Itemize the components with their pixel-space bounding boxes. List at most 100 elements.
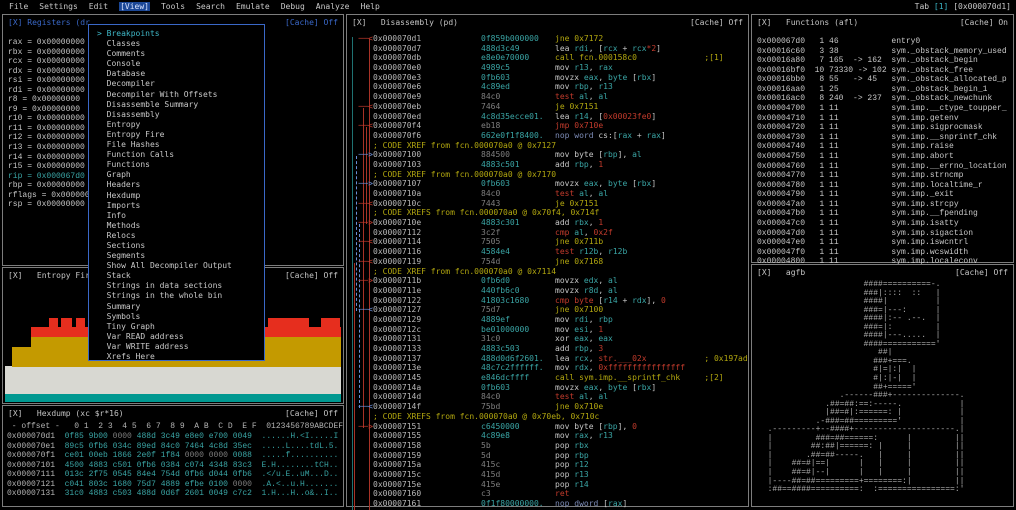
view-menu-item-segments[interactable]: Segments bbox=[97, 251, 232, 261]
hexdump-row[interactable]: 0x000070e1 89c5 0fb6 034c 89ed 84c0 7464… bbox=[7, 442, 338, 452]
function-row[interactable]: 0x00004720 1 11 sym.imp.sigprocmask bbox=[757, 123, 1007, 133]
disasm-row[interactable]: 0x000070e04989c5mov r13, rax bbox=[347, 63, 748, 73]
view-menu-item-hexdump[interactable]: Hexdump bbox=[97, 191, 232, 201]
function-row[interactable]: 0x00004790 1 11 sym.imp._exit bbox=[757, 190, 1007, 200]
hexdump-row[interactable]: 0x00007101 4500 4883 c501 0fb6 0384 c074… bbox=[7, 461, 338, 471]
disasm-row[interactable]: 0x000071164584e4test r12b, r12b bbox=[347, 247, 748, 257]
menubar-item-search[interactable]: Search bbox=[196, 2, 225, 11]
register-row-r11[interactable]: r11 = 0x00000000 bbox=[8, 124, 99, 134]
function-row[interactable]: 0x00016a80 7 165 -> 162 sym._obstack_beg… bbox=[757, 56, 1007, 66]
disasm-row[interactable]: 0x000071610f1f80000000.nop dword [rax] bbox=[347, 499, 748, 509]
functions-cache-toggle[interactable]: [Cache] On bbox=[960, 18, 1008, 27]
disasm-row[interactable]: 0x000071123c2fcmp al, 0x2f bbox=[347, 228, 748, 238]
menubar-item-emulate[interactable]: Emulate bbox=[236, 2, 270, 11]
register-row-rdx[interactable]: rdx = 0x00000000 bbox=[8, 67, 99, 77]
disasm-xref-comment[interactable]: ; CODE XREFS from fcn.000070a0 @ 0x70eb,… bbox=[347, 412, 748, 422]
disasm-row[interactable]: 0x000070dbe8e0e70000call fcn.000158c0 ;[… bbox=[347, 53, 748, 63]
disasm-row[interactable]: ──<0x0000712775d7jne 0x7100 bbox=[347, 305, 748, 315]
view-menu-item-disassembly[interactable]: Disassembly bbox=[97, 110, 232, 120]
view-menu-item-xrefs-here[interactable]: Xrefs Here bbox=[97, 352, 232, 362]
disasm-row[interactable]: 0x000071334883c503add rbp, 3 bbox=[347, 344, 748, 354]
close-graph-panel-button[interactable]: [X] bbox=[757, 268, 771, 277]
function-row[interactable]: 0x000067d0 1 46 entry0 bbox=[757, 37, 1007, 47]
function-row[interactable]: 0x00016ac0 8 240 -> 237 sym._obstack_new… bbox=[757, 94, 1007, 104]
register-row-rip[interactable]: rip = 0x000067d0 bbox=[8, 172, 99, 182]
function-row[interactable]: 0x000047a0 1 11 sym.imp.strcpy bbox=[757, 200, 1007, 210]
function-row[interactable]: 0x00004750 1 11 sym.imp.abort bbox=[757, 152, 1007, 162]
view-menu-item-symbols[interactable]: Symbols bbox=[97, 312, 232, 322]
disasm-row[interactable]: 0x0000713131c0xor eax, eax bbox=[347, 334, 748, 344]
view-menu-item-entropy-fire[interactable]: Entropy Fire bbox=[97, 130, 232, 140]
disasm-row[interactable]: 0x000071034883c501add rbp, 1 bbox=[347, 160, 748, 170]
hexdump-row[interactable]: 0x000070f1 ce01 00eb 1866 2e0f 1f84 0000… bbox=[7, 451, 338, 461]
menubar-item-debug[interactable]: Debug bbox=[281, 2, 305, 11]
register-row-rbx[interactable]: rbx = 0x00000000 bbox=[8, 48, 99, 58]
register-row-r13[interactable]: r13 = 0x00000000 bbox=[8, 143, 99, 153]
view-menu-item-show-all-decompiler-output[interactable]: Show All Decompiler Output bbox=[97, 261, 232, 271]
disasm-row[interactable]: ──<0x000070eb7464je 0x7151 bbox=[347, 102, 748, 112]
disasm-row[interactable]: 0x0000712241803c1680cmp byte [r14 + rdx]… bbox=[347, 296, 748, 306]
graph-cache-toggle[interactable]: [Cache] Off bbox=[955, 268, 1008, 277]
function-row[interactable]: 0x00004730 1 11 sym.imp.__snprintf_chk bbox=[757, 133, 1007, 143]
tab-indicator[interactable]: Tab [1] [0x000070d1] bbox=[915, 2, 1011, 11]
disasm-row[interactable]: 0x000070f6662e0f1f8400.nop word cs:[rax … bbox=[347, 131, 748, 141]
disasm-row[interactable]: 0x000071595dpop rbp bbox=[347, 451, 748, 461]
disasm-row[interactable]: 0x00007145e846dcffffcall sym.imp.__sprin… bbox=[347, 373, 748, 383]
view-menu-item-console[interactable]: Console bbox=[97, 59, 232, 69]
register-row-r10[interactable]: r10 = 0x00000000 bbox=[8, 114, 99, 124]
function-row[interactable]: 0x00004780 1 11 sym.imp.localtime_r bbox=[757, 181, 1007, 191]
view-menu-item-graph[interactable]: Graph bbox=[97, 170, 232, 180]
disasm-row[interactable]: ──<0x000070f4eb18jmp 0x710e bbox=[347, 121, 748, 131]
disasm-row[interactable]: 0x00007160c3ret bbox=[347, 489, 748, 499]
menubar-item-edit[interactable]: Edit bbox=[89, 2, 108, 11]
hexdump-row[interactable]: 0x00007121 c041 803c 1680 75d7 4889 efbe… bbox=[7, 480, 338, 490]
view-menu-item-functions[interactable]: Functions bbox=[97, 160, 232, 170]
view-menu-item-database[interactable]: Database bbox=[97, 69, 232, 79]
view-menu-item-file-hashes[interactable]: File Hashes bbox=[97, 140, 232, 150]
disasm-row[interactable]: 0x000070d7488d3c49lea rdi, [rcx + rcx*2] bbox=[347, 44, 748, 54]
close-disassembly-panel-button[interactable]: [X] bbox=[352, 18, 366, 27]
register-row-rdi[interactable]: rdi = 0x00000000 bbox=[8, 86, 99, 96]
disasm-row[interactable]: 0x0000715a415cpop r12 bbox=[347, 460, 748, 470]
view-menu-item-methods[interactable]: Methods bbox=[97, 221, 232, 231]
disasm-row[interactable]: 0x0000714d84c0test al, al bbox=[347, 392, 748, 402]
function-row[interactable]: 0x00004710 1 11 sym.imp.getenv bbox=[757, 114, 1007, 124]
view-menu-item-tiny-graph[interactable]: Tiny Graph bbox=[97, 322, 232, 332]
disasm-row[interactable]: 0x0000712cbe01000000mov esi, 1 bbox=[347, 325, 748, 335]
view-menu-item-comments[interactable]: Comments bbox=[97, 49, 232, 59]
register-row-r15[interactable]: r15 = 0x00000000 bbox=[8, 162, 99, 172]
function-row[interactable]: 0x00016bb0 8 55 -> 45 sym._obstack_alloc… bbox=[757, 75, 1007, 85]
view-menu-item-strings-in-the-whole-bin[interactable]: Strings in the whole bin bbox=[97, 291, 232, 301]
function-row[interactable]: 0x000047f0 1 11 sym.imp.wcswidth bbox=[757, 248, 1007, 258]
function-row[interactable]: 0x00004740 1 11 sym.imp.raise bbox=[757, 142, 1007, 152]
menubar-item-settings[interactable]: Settings bbox=[39, 2, 78, 11]
disasm-row[interactable]: ──>0x000071070fb603movzx eax, byte [rbx] bbox=[347, 179, 748, 189]
function-row[interactable]: 0x00016bf0 10 73330 -> 102 sym._obstack_… bbox=[757, 66, 1007, 76]
view-menu-item-decompiler-with-offsets[interactable]: Decompiler With Offsets bbox=[97, 90, 232, 100]
close-entropy-panel-button[interactable]: [X] bbox=[8, 271, 22, 280]
disasm-row[interactable]: 0x000071585bpop rbx bbox=[347, 441, 748, 451]
view-menu-item-breakpoints[interactable]: > Breakpoints bbox=[97, 29, 232, 39]
view-menu-item-info[interactable]: Info bbox=[97, 211, 232, 221]
disasm-row[interactable]: 0x0000715e415epop r14 bbox=[347, 480, 748, 490]
menubar-item-help[interactable]: Help bbox=[361, 2, 380, 11]
disasm-row[interactable]: ──>0x0000711b0fb6d0movzx edx, al bbox=[347, 276, 748, 286]
view-menu-item-var-read-address[interactable]: Var READ address bbox=[97, 332, 232, 342]
function-row[interactable]: 0x000047d0 1 11 sym.imp.sigaction bbox=[757, 229, 1007, 239]
disasm-row[interactable]: ──<0x0000710c7443je 0x7151 bbox=[347, 199, 748, 209]
function-row[interactable]: 0x00004760 1 11 sym.imp.__errno_location bbox=[757, 162, 1007, 172]
disasm-xref-comment[interactable]: ; CODE XREF from fcn.000070a0 @ 0x7170 bbox=[347, 170, 748, 180]
disasm-row[interactable]: 0x000070e64c89edmov rbp, r13 bbox=[347, 82, 748, 92]
menubar-item-view[interactable]: [View] bbox=[119, 2, 150, 11]
register-row-r12[interactable]: r12 = 0x00000000 bbox=[8, 133, 99, 143]
disasm-row[interactable]: ──<0x000071147505jne 0x711b bbox=[347, 237, 748, 247]
view-menu-item-relocs[interactable]: Relocs bbox=[97, 231, 232, 241]
register-row-rbp[interactable]: rbp = 0x00000000 bbox=[8, 181, 99, 191]
hexdump-cache-toggle[interactable]: [Cache] Off bbox=[285, 409, 338, 418]
function-row[interactable]: 0x00004770 1 11 sym.imp.strncmp bbox=[757, 171, 1007, 181]
view-menu-item-entropy[interactable]: Entropy bbox=[97, 120, 232, 130]
view-menu-item-stack[interactable]: Stack bbox=[97, 271, 232, 281]
disasm-row[interactable]: 0x000070ed4c8d35ecce01.lea r14, [0x00023… bbox=[347, 112, 748, 122]
close-functions-panel-button[interactable]: [X] bbox=[757, 18, 771, 27]
hexdump-row[interactable]: 0x00007111 013c 2f75 0545 84e4 754d 0fb6… bbox=[7, 470, 338, 480]
